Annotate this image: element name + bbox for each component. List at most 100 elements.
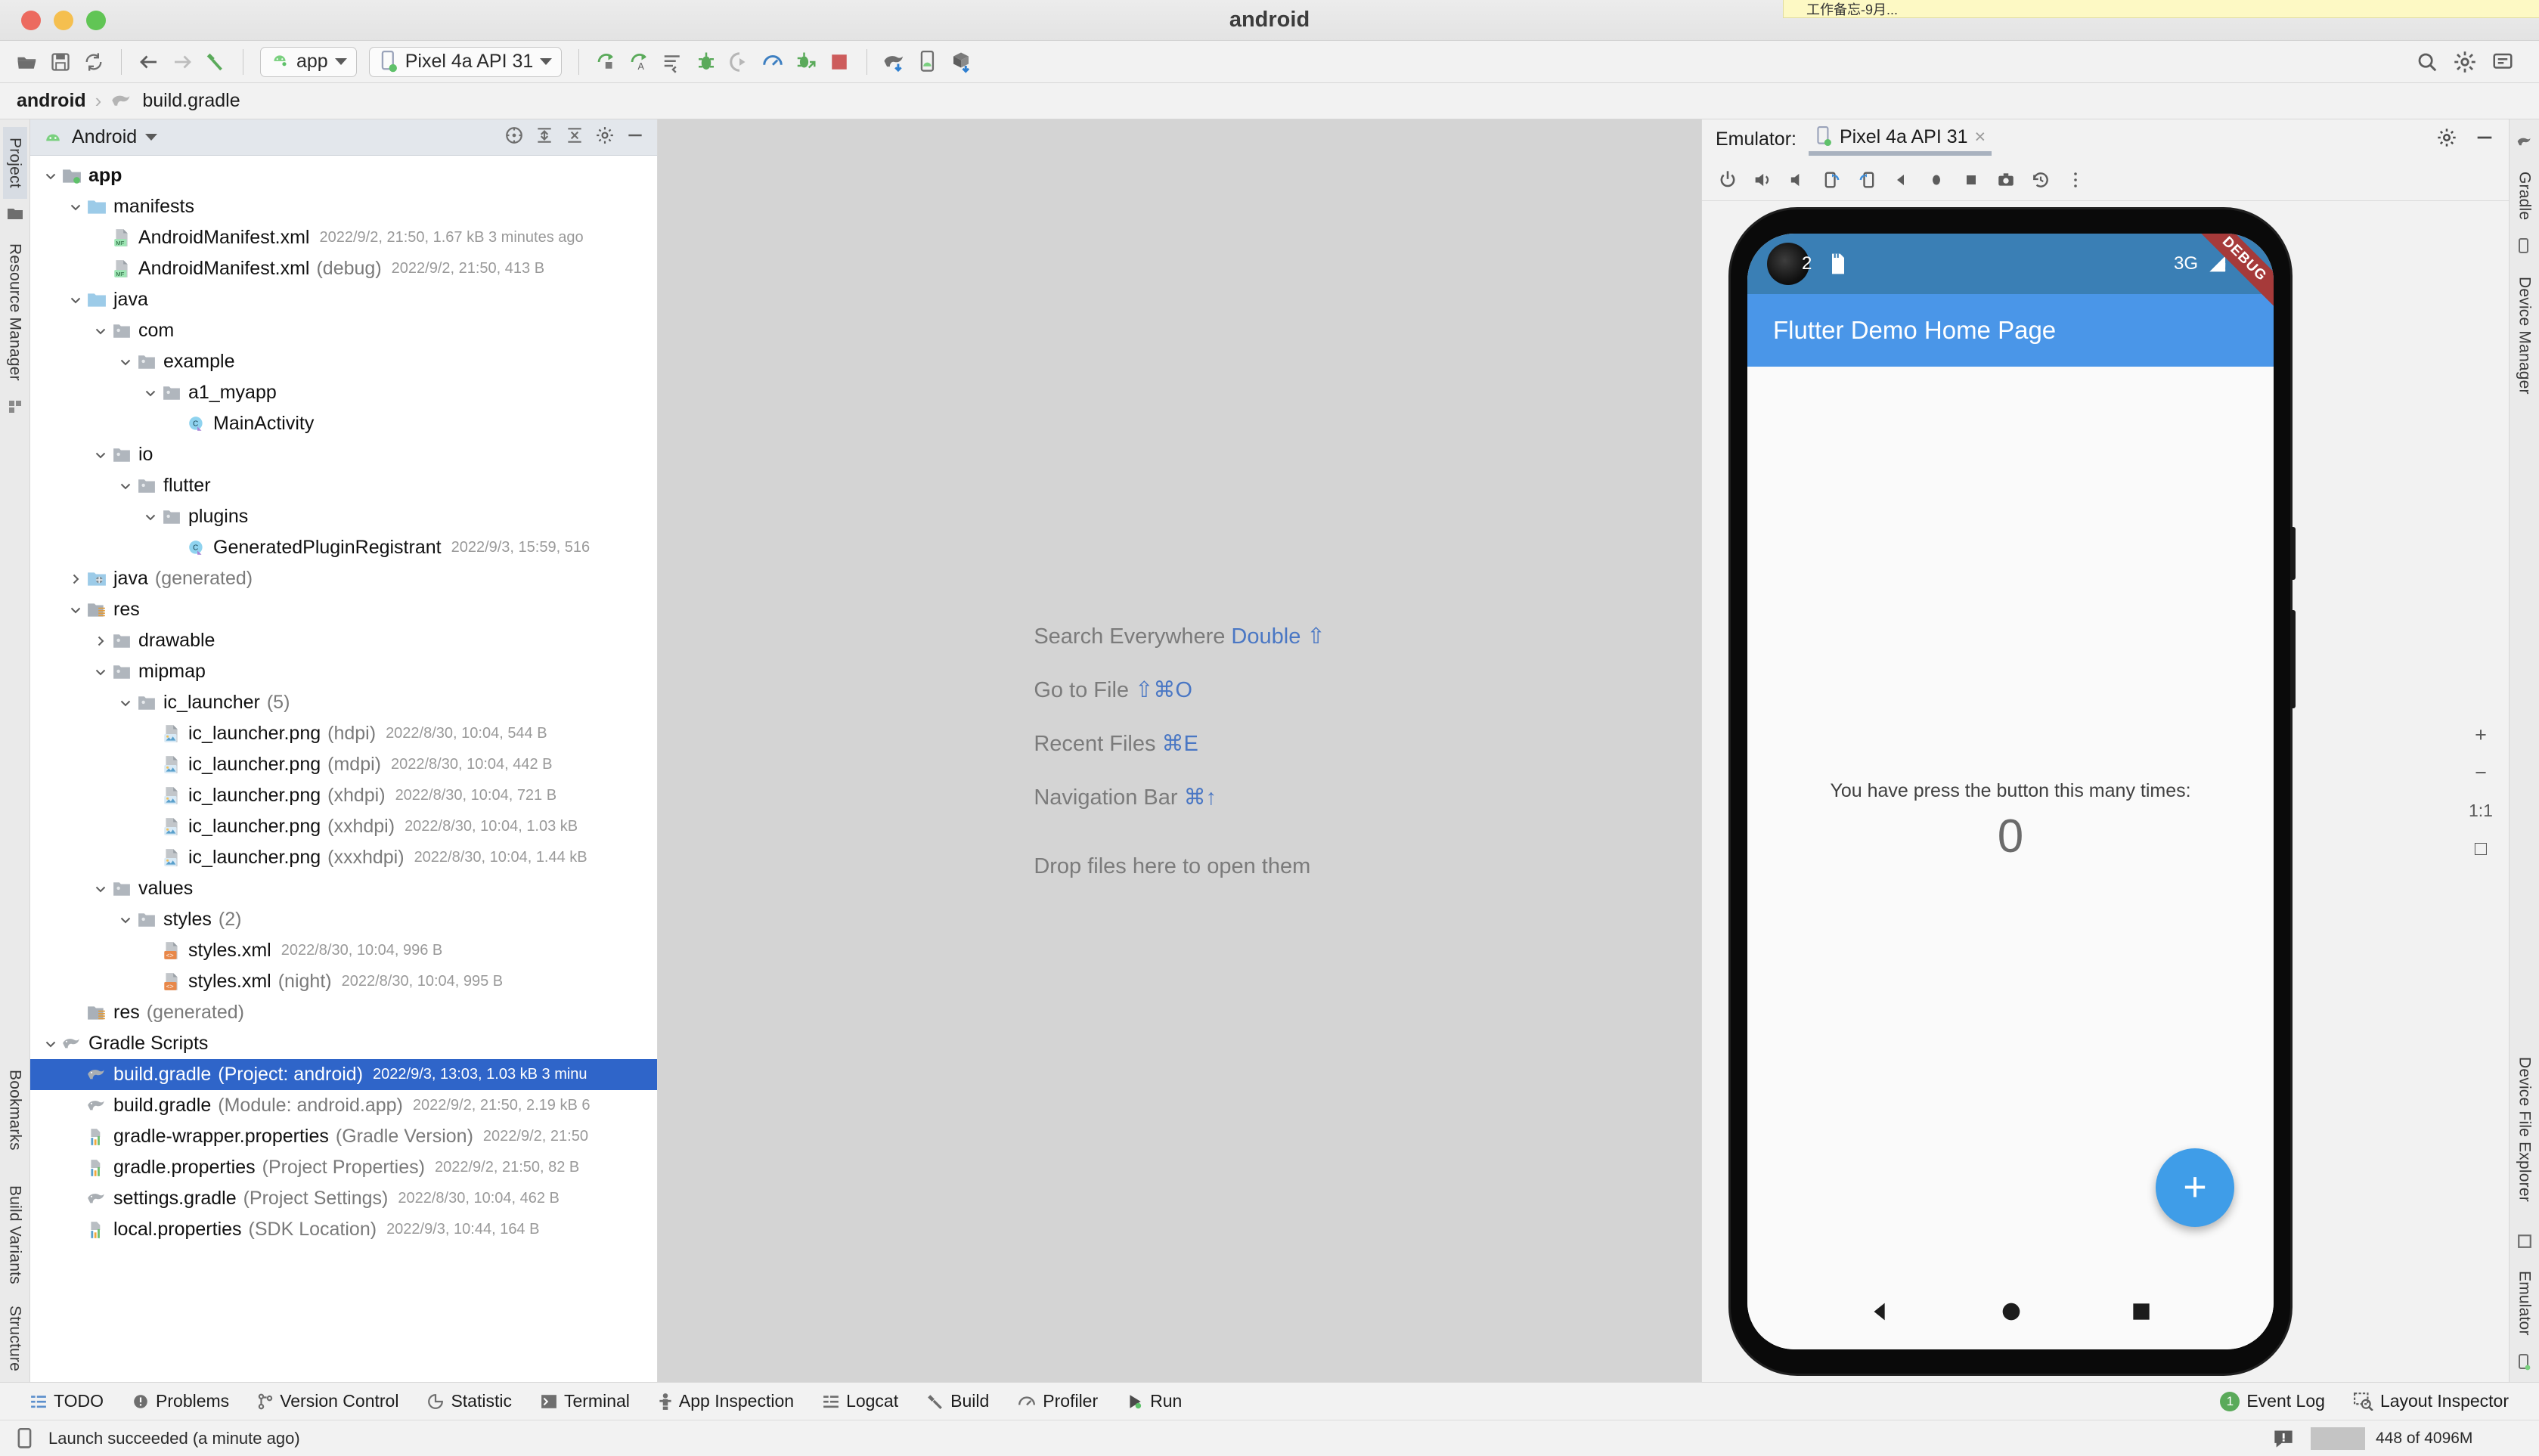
file-explorer-icon[interactable] [2517,1234,2532,1253]
chevron-down-icon[interactable] [41,169,60,183]
tree-row[interactable]: gradle-wrapper.properties (Gradle Version… [30,1121,657,1152]
zoom-out-button[interactable]: − [2463,754,2498,792]
open-project-icon[interactable] [12,47,42,77]
breadcrumb-root[interactable]: android [17,90,86,112]
module-selector[interactable]: app [260,46,357,77]
tree-row[interactable]: mipmap [30,656,657,687]
chevron-down-icon[interactable] [116,913,135,927]
close-icon[interactable]: × [1975,126,1986,148]
chevron-down-icon[interactable] [91,665,110,679]
rotate-right-icon[interactable] [1852,165,1882,195]
tree-row[interactable]: gradle.properties (Project Properties) 202… [30,1152,657,1183]
tree-row[interactable]: settings.gradle (Project Settings) 2022/8/… [30,1183,657,1214]
tree-row[interactable]: C GeneratedPluginRegistrant 2022/9/3, 15:5… [30,532,657,563]
sync-project-icon[interactable] [79,47,109,77]
tree-row[interactable]: ic_launcher (5) [30,687,657,718]
run-with-coverage-icon[interactable] [724,47,755,77]
os-notification-banner[interactable]: 工作备忘-9月... [1783,0,2539,18]
tree-row[interactable]: MF AndroidManifest.xml (debug) 2022/9/2, 21… [30,253,657,284]
tool-window-button-version-control[interactable]: Version Control [258,1391,398,1411]
memory-indicator[interactable]: 448 of 4096M [2311,1427,2522,1450]
zoom-actual-size-button[interactable]: 1:1 [2463,792,2498,829]
tree-row[interactable]: example [30,346,657,377]
tree-row[interactable]: io [30,439,657,470]
volume-up-icon[interactable] [1747,165,1778,195]
tool-window-button-run[interactable]: Run [1127,1391,1182,1411]
tree-row[interactable]: ic_launcher.png (xxhdpi) 2022/8/30, 10:04,… [30,811,657,842]
sidebar-item-bookmarks[interactable]: Bookmarks [3,1059,27,1161]
nav-home-icon[interactable] [1998,1299,2024,1328]
tree-row[interactable]: res [30,594,657,625]
tool-window-button-profiler[interactable]: Profiler [1018,1391,1098,1411]
sidebar-item-emulator[interactable]: Emulator [2513,1260,2537,1346]
gear-icon[interactable] [2436,127,2457,152]
chevron-down-icon[interactable] [116,479,135,493]
tree-row[interactable]: build.gradle (Project: android) 2022/9/3, … [30,1059,657,1090]
hide-panel-icon[interactable] [625,125,645,149]
tree-row[interactable]: MF AndroidManifest.xml 2022/9/2, 21:50, 1.… [30,222,657,253]
chevron-down-icon[interactable] [141,510,160,524]
device-manager-icon[interactable] [2517,238,2532,259]
project-folder-icon[interactable] [7,206,23,225]
forward-icon[interactable] [167,47,197,77]
avd-manager-icon[interactable] [913,47,943,77]
power-icon[interactable] [1713,165,1743,195]
gradle-elephant-icon[interactable] [2516,135,2533,153]
tool-window-button-statistic[interactable]: Statistic [427,1391,512,1411]
chevron-down-icon[interactable] [91,448,110,462]
tree-row[interactable]: values [30,873,657,904]
collapse-all-icon[interactable] [565,125,584,149]
tool-window-button-terminal[interactable]: Terminal [541,1391,630,1411]
emulator-tab[interactable]: Pixel 4a API 31 × [1808,123,1992,156]
chevron-down-icon[interactable] [145,134,158,141]
maximize-window-button[interactable] [86,10,106,30]
tree-row[interactable]: java (generated) [30,563,657,594]
sidebar-item-project[interactable]: Project [2,127,27,199]
chevron-down-icon[interactable] [66,293,85,307]
emulator-device-frame[interactable]: 2 3G ! DEBUG Flutter Demo Home Page You … [1731,209,2296,1374]
save-all-icon[interactable] [45,47,76,77]
tree-row[interactable]: C MainActivity [30,408,657,439]
minimize-icon[interactable] [2474,127,2495,152]
stop-icon[interactable] [824,47,854,77]
volume-down-icon[interactable] [1782,165,1812,195]
tree-row[interactable]: styles (2) [30,904,657,935]
select-opened-file-icon[interactable] [504,125,524,149]
screenshot-icon[interactable] [1991,165,2021,195]
gear-icon[interactable] [2450,47,2480,77]
tree-row[interactable]: manifests [30,191,657,222]
tree-row[interactable]: ic_launcher.png (xxxhdpi) 2022/8/30, 10:04… [30,842,657,873]
build-hammer-icon[interactable] [200,47,231,77]
tree-row[interactable]: build.gradle (Module: android.app) 2022/9/… [30,1090,657,1121]
tool-window-button-app-inspection[interactable]: App Inspection [659,1391,794,1411]
run-icon[interactable] [658,47,688,77]
tree-row[interactable]: plugins [30,501,657,532]
tree-row[interactable]: ic_launcher.png (mdpi) 2022/8/30, 10:04, 4… [30,749,657,780]
tree-row[interactable]: drawable [30,625,657,656]
sidebar-item-resource-manager[interactable]: Resource Manager [3,233,27,392]
attach-debugger-icon[interactable] [791,47,821,77]
chevron-down-icon[interactable] [91,882,110,896]
notifications-icon[interactable] [2488,47,2518,77]
tree-row[interactable]: <> styles.xml 2022/8/30, 10:04, 996 B [30,935,657,966]
breadcrumb-leaf[interactable]: build.gradle [142,90,240,112]
project-tree[interactable]: app manifests MF AndroidManifest.xml 2022/9/… [30,156,657,1382]
chevron-down-icon[interactable] [116,355,135,369]
profile-icon[interactable] [758,47,788,77]
tree-row[interactable]: ic_launcher.png (xhdpi) 2022/8/30, 10:04, … [30,780,657,811]
back-icon[interactable] [1886,165,1917,195]
tree-row[interactable]: com [30,315,657,346]
minimize-window-button[interactable] [54,10,73,30]
emulator-strip-icon[interactable] [2517,1354,2532,1374]
tree-row[interactable]: a1_myapp [30,377,657,408]
chevron-down-icon[interactable] [66,603,85,617]
breadcrumb[interactable]: android › build.gradle [0,83,2539,119]
sidebar-item-structure[interactable]: Structure [3,1295,27,1382]
tool-window-button-logcat[interactable]: Logcat [823,1391,898,1411]
tree-row[interactable]: res (generated) [30,997,657,1028]
gear-icon[interactable] [595,125,615,149]
nav-back-icon[interactable] [1868,1299,1893,1328]
gradle-sync-icon[interactable] [879,47,910,77]
tree-row[interactable]: java [30,284,657,315]
device-selector[interactable]: Pixel 4a API 31 [368,46,563,77]
